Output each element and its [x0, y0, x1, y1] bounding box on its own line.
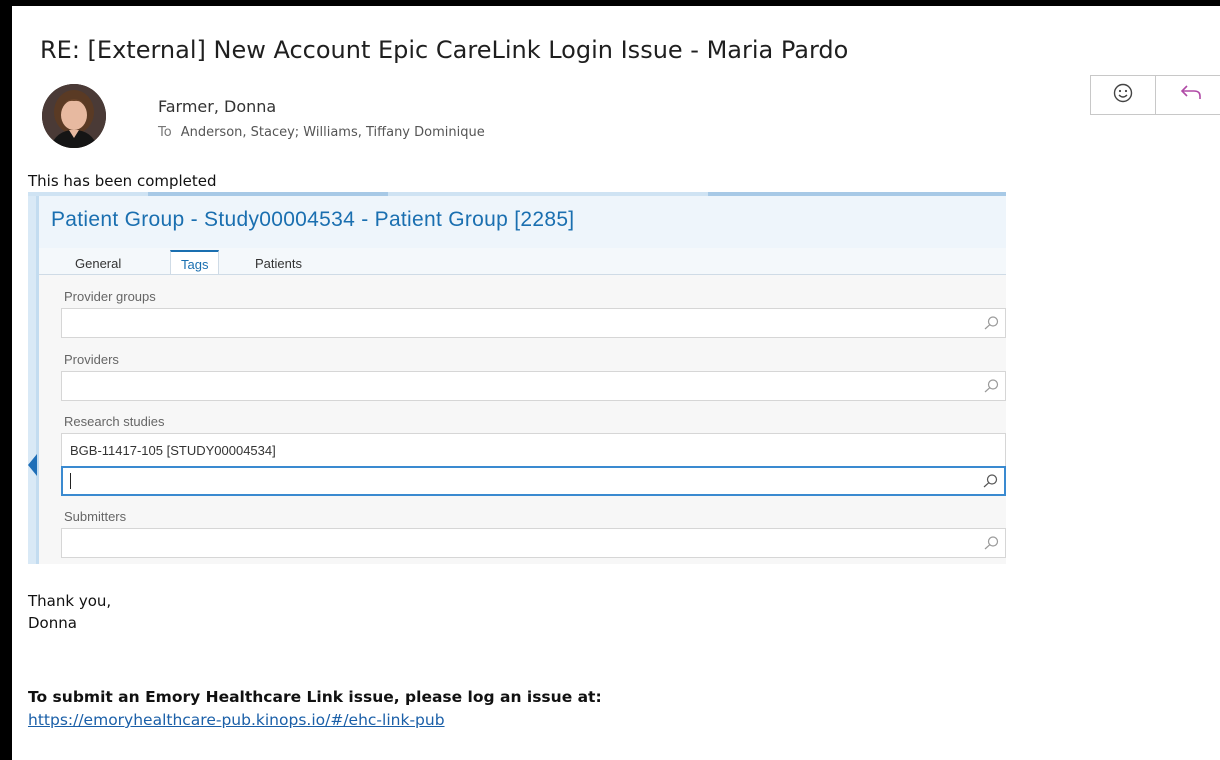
submitters-field[interactable]	[61, 528, 1006, 558]
embedded-screenshot: Patient Group - Study00004534 - Patient …	[28, 192, 1006, 564]
thanks-line: Thank you,	[28, 592, 112, 610]
research-study-selected-value[interactable]: BGB-11417-105 [STUDY00004534]	[70, 443, 276, 458]
smiley-icon	[1112, 82, 1134, 109]
reply-arrow-icon	[1178, 82, 1204, 109]
research-studies-label: Research studies	[64, 414, 165, 429]
tab-tags[interactable]: Tags	[170, 250, 220, 274]
tab-strip: General Tags Patients	[39, 248, 1006, 275]
to-label: To	[158, 125, 172, 140]
email-reading-pane: RE: [External] New Account Epic CareLink…	[12, 6, 1220, 760]
sender-name: Farmer, Donna	[158, 97, 277, 116]
recipients-line: To Anderson, Stacey; Williams, Tiffany Do…	[158, 125, 485, 140]
research-studies-input[interactable]	[61, 466, 1006, 496]
text-caret	[70, 473, 71, 489]
tab-patients[interactable]: Patients	[255, 256, 302, 271]
providers-label: Providers	[64, 352, 119, 367]
emoji-button[interactable]	[1090, 75, 1156, 115]
search-icon[interactable]	[981, 378, 1001, 399]
collapse-arrow-icon[interactable]	[28, 454, 37, 476]
submit-instructions: To submit an Emory Healthcare Link issue…	[28, 688, 602, 706]
submitters-label: Submitters	[64, 509, 127, 524]
providers-field[interactable]	[61, 371, 1006, 401]
search-icon[interactable]	[981, 315, 1001, 336]
tab-general[interactable]: General	[75, 256, 121, 271]
screenshot-header: Patient Group - Study00004534 - Patient …	[39, 196, 1006, 248]
provider-groups-label: Provider groups	[64, 289, 156, 304]
provider-groups-field[interactable]	[61, 308, 1006, 338]
side-panel-edge	[28, 196, 36, 564]
recipients: Anderson, Stacey; Williams, Tiffany Domi…	[180, 125, 485, 140]
closing: Thank you, Donna	[28, 590, 111, 634]
reply-button[interactable]	[1155, 75, 1220, 115]
sender-avatar[interactable]	[42, 84, 106, 148]
email-subject: RE: [External] New Account Epic CareLink…	[40, 36, 849, 64]
issue-link[interactable]: https://emoryhealthcare-pub.kinops.io/#/…	[28, 711, 445, 729]
body-intro: This has been completed	[28, 172, 217, 190]
patient-group-title: Patient Group - Study00004534 - Patient …	[51, 208, 575, 231]
signature: Donna	[28, 614, 77, 632]
search-icon[interactable]	[980, 473, 1000, 494]
search-icon[interactable]	[981, 535, 1001, 556]
